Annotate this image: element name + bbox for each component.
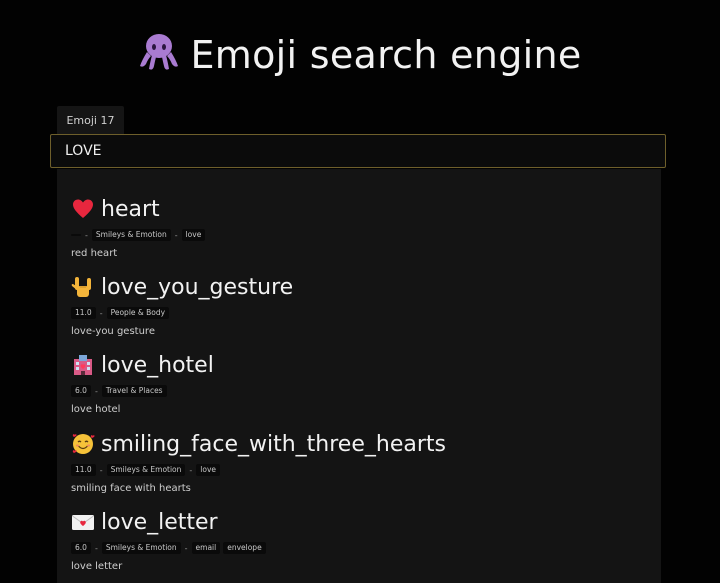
page-title: Emoji search engine <box>0 32 720 77</box>
search-input[interactable] <box>51 135 665 167</box>
version-badge: 11.0 <box>71 307 96 319</box>
love-hotel-icon <box>74 355 92 375</box>
tag-separator: - <box>189 465 193 475</box>
result-tags: - Smileys & Emotion - love <box>71 229 206 241</box>
keyword-badge: love <box>196 464 221 476</box>
tag-separator: - <box>99 465 103 475</box>
tag-separator: - <box>99 308 103 318</box>
result-item[interactable]: love_hotel 6.0- Travel & Places love hotel <box>71 350 214 415</box>
category-badge: Travel & Places <box>101 385 167 397</box>
love-you-gesture-icon <box>71 277 91 297</box>
tag-separator: - <box>85 230 88 240</box>
result-name[interactable]: love_letter <box>101 510 218 535</box>
search-box <box>50 134 666 168</box>
results-list: heart - Smileys & Emotion - love red heart lov… <box>57 169 661 583</box>
result-name[interactable]: love_hotel <box>101 353 214 378</box>
result-tags: 6.0- Smileys & Emotion - email envelope <box>71 542 266 554</box>
result-header: love_letter <box>71 507 266 537</box>
category-badge: Smileys & Emotion <box>101 542 181 554</box>
page-title-text: Emoji search engine <box>190 33 582 77</box>
result-tags: 11.0- People & Body <box>71 307 293 319</box>
result-description: red heart <box>71 248 118 259</box>
result-description: love-you gesture <box>71 326 155 337</box>
keyword-badge: envelope <box>223 542 266 554</box>
tag-separator: - <box>94 543 98 553</box>
tag-separator: - <box>94 386 98 396</box>
result-description: smiling face with hearts <box>71 483 191 494</box>
result-item[interactable]: heart - Smileys & Emotion - love red heart <box>71 194 206 259</box>
result-name[interactable]: smiling_face_with_three_hearts <box>101 432 446 457</box>
result-description: love hotel <box>71 404 121 415</box>
result-header: love_hotel <box>71 350 214 380</box>
category-badge: Smileys & Emotion <box>106 464 186 476</box>
result-header: heart <box>71 194 205 224</box>
version-badge: 6.0 <box>71 385 91 397</box>
category-badge: Smileys & Emotion <box>91 229 171 241</box>
result-name[interactable]: heart <box>101 197 160 222</box>
keyword-badge: email <box>191 542 221 554</box>
result-item[interactable]: smiling_face_with_three_hearts 11.0- Smile… <box>71 429 446 494</box>
result-name[interactable]: love_you_gesture <box>101 275 293 300</box>
love-letter-icon <box>72 515 94 530</box>
result-description: love letter <box>71 561 123 572</box>
version-badge: 6.0 <box>71 542 91 554</box>
result-item[interactable]: love_you_gesture 11.0- People & Body love-y… <box>71 272 293 337</box>
tab-emoji-version[interactable]: Emoji 17 <box>57 106 124 134</box>
tag-separator: - <box>184 543 188 553</box>
result-tags: 11.0- Smileys & Emotion - love <box>71 464 446 476</box>
octopus-icon <box>140 34 179 70</box>
red-heart-icon <box>73 199 93 218</box>
smiling-face-with-hearts-icon <box>72 434 95 454</box>
category-badge: People & Body <box>106 307 170 319</box>
version-badge: 11.0 <box>71 464 96 476</box>
keyword-badge: love <box>181 229 206 241</box>
tag-separator: - <box>174 230 178 240</box>
version-badge <box>71 234 81 236</box>
result-tags: 6.0- Travel & Places <box>71 385 214 397</box>
result-header: love_you_gesture <box>71 272 293 302</box>
result-header: smiling_face_with_three_hearts <box>71 429 446 459</box>
result-item[interactable]: love_letter 6.0- Smileys & Emotion - email en… <box>71 507 266 572</box>
